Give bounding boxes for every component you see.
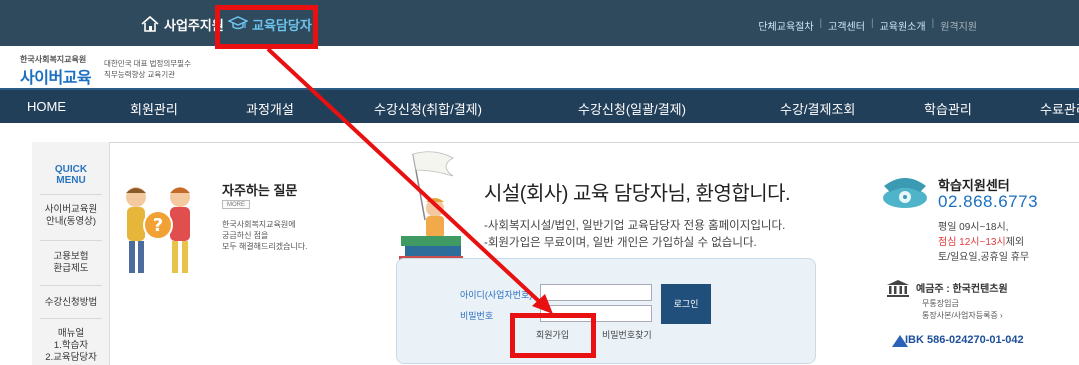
logo-desc-line: 직무능력향상 교육기관 <box>104 70 176 79</box>
quick-label: QUICK <box>54 164 88 175</box>
nav-enroll-bulk[interactable]: 수강신청(일괄/결제) <box>578 99 686 118</box>
bank-documents-link[interactable]: 통장사본/사업자등록증 › <box>922 310 1003 321</box>
welcome-illustration <box>399 151 463 266</box>
id-label: 아이디(사업자번호) <box>460 290 533 300</box>
lunch-except: 제외 <box>1005 237 1025 248</box>
divider <box>40 240 102 241</box>
logo-desc-line: 대한민국 대표 법정의무필수 <box>104 59 191 68</box>
ibk-label: IBK <box>905 334 924 346</box>
home-icon <box>141 15 159 32</box>
quick-menu: QUICK MENU 사이버교육원 안내(동영상) 고용보험 환급제도 수강신청… <box>32 142 110 365</box>
nav-home[interactable]: HOME <box>27 99 66 114</box>
highlight-box-signup <box>510 313 596 358</box>
highlight-box-manager-tab <box>215 5 318 49</box>
top-links: 단체교육절차 | 고객센터 | 교육원소개 | 원격지원 <box>752 18 983 33</box>
find-password-link[interactable]: 비밀번호찾기 <box>602 328 652 341</box>
top-bar: 사업주지원 교육담당자 단체교육절차 | 고객센터 | 교육원소개 | 원격지원 <box>0 0 1079 46</box>
bank-deposit-label: 무통장입금 <box>922 299 959 308</box>
logo-title[interactable]: 사이버교육 <box>20 64 92 88</box>
telephone-icon <box>883 178 927 208</box>
quick-menu-title: QUICK MENU <box>32 164 110 186</box>
welcome-line-1: -사회복지시설/법인, 일반기업 교육담당자 전용 홈페이지입니다. <box>484 220 786 232</box>
faq-desc-line: 궁금하신 점을 <box>222 231 269 240</box>
quick-item-line: 2.교육담당자 <box>45 352 97 363</box>
quick-item-line: 매뉴얼 <box>57 328 85 339</box>
svg-text:?: ? <box>153 215 163 236</box>
id-input[interactable] <box>540 284 652 301</box>
nav-enroll-collect[interactable]: 수강신청(취합/결제) <box>374 99 482 118</box>
divider <box>40 194 102 195</box>
nav-payment-lookup[interactable]: 수강/결제조회 <box>780 99 855 118</box>
menu-label: MENU <box>56 175 86 186</box>
quick-item-manual[interactable]: 매뉴얼 1.학습자 2.교육담당자 <box>36 328 106 364</box>
logo-description: 대한민국 대표 법정의무필수 직무능력향상 교육기관 <box>104 58 191 80</box>
logo-row: 한국사회복지교육원 사이버교육 대한민국 대표 법정의무필수 직무능력향상 교육… <box>0 46 1079 88</box>
lunch-hours: 점심 12시~13시 <box>938 237 1006 248</box>
quick-item-enroll-method[interactable]: 수강신청방법 <box>36 297 106 309</box>
quick-item-line: 환급제도 <box>53 263 89 274</box>
divider <box>40 285 102 286</box>
bank-account-holder: 예금주 : 한국컨텐츠원 <box>916 284 1008 295</box>
welcome-line-2: -회원가입은 무료이며, 일반 개인은 가입하실 수 없습니다. <box>484 237 757 249</box>
welcome-title: 시설(회사) 교육 담당자님, 환영합니다. <box>484 183 791 205</box>
nav-member-management[interactable]: 회원관리 <box>130 99 178 118</box>
nav-completion-management[interactable]: 수료관리 <box>1040 99 1079 118</box>
link-customer-center[interactable]: 고객센터 <box>822 18 871 33</box>
account-number: 586-024270-01-042 <box>927 334 1024 346</box>
password-label: 비밀번호 <box>460 311 494 321</box>
support-hours-holiday: 토/일요일,공휴일 휴무 <box>938 252 1030 263</box>
quick-item-line: 1.학습자 <box>53 340 89 351</box>
nav-learning-management[interactable]: 학습관리 <box>924 99 972 118</box>
quick-item-line: 안내(동영상) <box>45 216 97 227</box>
faq-desc-line: 한국사회복지교육원에 <box>222 220 296 229</box>
link-remote-support[interactable]: 원격지원 <box>934 18 983 33</box>
faq-description: 한국사회복지교육원에 궁금하신 점을 모두 해결해드리겠습니다. <box>222 219 307 252</box>
support-hours-weekday: 평일 09시~18시, <box>938 222 1009 233</box>
quick-item-cyber-guide[interactable]: 사이버교육원 안내(동영상) <box>36 204 106 228</box>
main-nav: HOME 회원관리 과정개설 수강신청(취합/결제) 수강신청(일괄/결제) 수… <box>0 88 1079 123</box>
faq-title[interactable]: 자주하는 질문 <box>222 180 297 199</box>
bank-account-number: IBK 586-024270-01-042 <box>905 334 1024 346</box>
link-about[interactable]: 교육원소개 <box>874 18 932 33</box>
nav-course-creation[interactable]: 과정개설 <box>246 99 294 118</box>
divider <box>40 318 102 319</box>
support-hours-lunch: 점심 12시~13시제외 <box>938 233 1024 248</box>
bank-icon <box>887 280 909 297</box>
login-button[interactable]: 로그인 <box>661 284 711 324</box>
quick-item-line: 고용보험 <box>53 251 89 262</box>
faq-illustration: ? <box>126 187 190 273</box>
quick-item-insurance[interactable]: 고용보험 환급제도 <box>36 251 106 275</box>
support-phone-number: 02.868.6773 <box>938 192 1039 211</box>
link-group-process[interactable]: 단체교육절차 <box>752 18 819 33</box>
tab-employer-support[interactable]: 사업주지원 <box>140 12 224 36</box>
faq-more-button[interactable]: MORE <box>222 200 250 209</box>
quick-item-line: 사이버교육원 <box>44 204 98 215</box>
faq-desc-line: 모두 해결해드리겠습니다. <box>222 242 308 251</box>
